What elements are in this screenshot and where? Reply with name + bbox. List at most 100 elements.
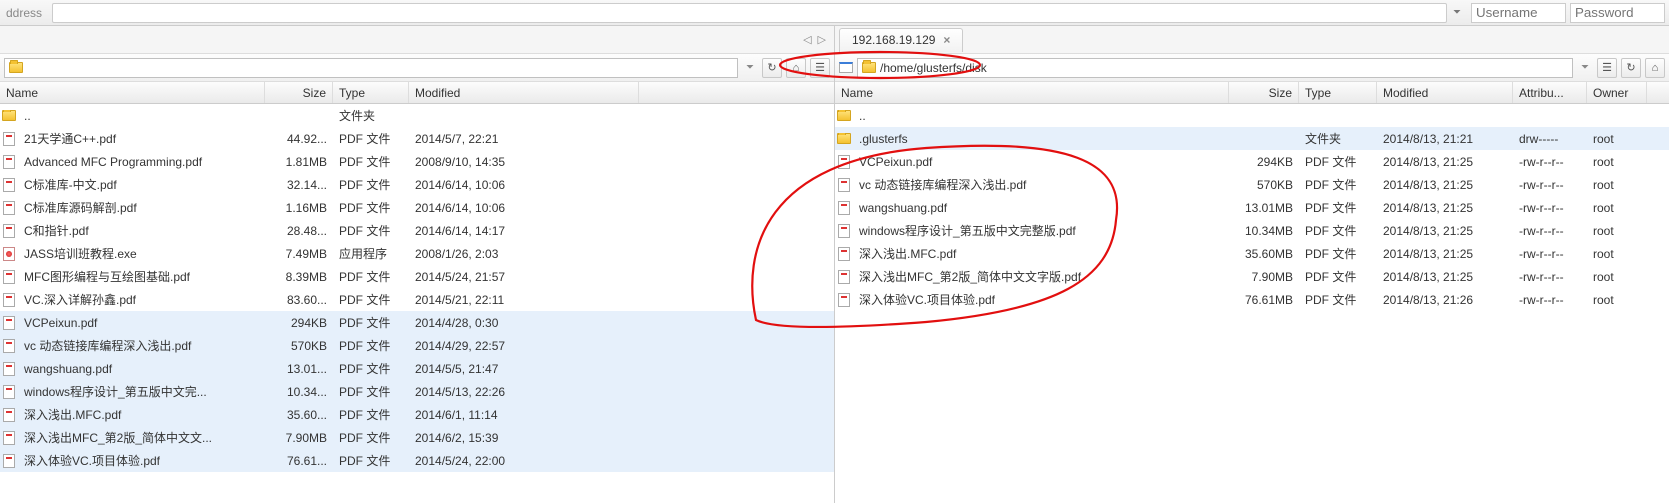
file-row[interactable]: VC.深入详解孙鑫.pdf83.60...PDF 文件2014/5/21, 22… xyxy=(0,288,834,311)
folder-icon xyxy=(2,110,16,121)
file-row[interactable]: 深入体验VC.项目体验.pdf76.61MBPDF 文件2014/8/13, 2… xyxy=(835,288,1669,311)
file-row[interactable]: 深入浅出MFC_第2版_简体中文文字版.pdf7.90MBPDF 文件2014/… xyxy=(835,265,1669,288)
col-attributes[interactable]: Attribu... xyxy=(1513,82,1587,103)
cell-name: .glusterfs xyxy=(853,132,1229,146)
pdf-icon xyxy=(838,224,850,238)
file-row[interactable]: .. xyxy=(835,104,1669,127)
address-dropdown-icon[interactable]: ⏷ xyxy=(1447,7,1467,18)
col-size[interactable]: Size xyxy=(265,82,333,103)
close-icon[interactable]: × xyxy=(943,33,950,47)
pdf-icon xyxy=(838,155,850,169)
file-row[interactable]: VCPeixun.pdf294KBPDF 文件2014/8/13, 21:25-… xyxy=(835,150,1669,173)
col-size[interactable]: Size xyxy=(1229,82,1299,103)
file-row[interactable]: 21天学通C++.pdf44.92...PDF 文件2014/5/7, 22:2… xyxy=(0,127,834,150)
cell-modified: 2008/1/26, 2:03 xyxy=(409,247,639,261)
cell-attr: drw----- xyxy=(1513,132,1587,146)
left-file-list[interactable]: ..文件夹21天学通C++.pdf44.92...PDF 文件2014/5/7,… xyxy=(0,104,834,503)
col-type[interactable]: Type xyxy=(333,82,409,103)
file-row[interactable]: vc 动态链接库编程深入浅出.pdf570KBPDF 文件2014/4/29, … xyxy=(0,334,834,357)
cell-attr: -rw-r--r-- xyxy=(1513,247,1587,261)
nav-prev-icon[interactable]: ◁ xyxy=(803,33,811,46)
cell-size: 8.39MB xyxy=(265,270,333,284)
views-icon[interactable]: ☰ xyxy=(1597,58,1617,78)
refresh-icon[interactable]: ↻ xyxy=(762,58,782,78)
cell-modified: 2014/8/13, 21:25 xyxy=(1377,224,1513,238)
cell-name: C和指针.pdf xyxy=(18,222,265,239)
cell-attr: -rw-r--r-- xyxy=(1513,293,1587,307)
file-row[interactable]: 深入浅出.MFC.pdf35.60MBPDF 文件2014/8/13, 21:2… xyxy=(835,242,1669,265)
home-icon[interactable]: ⌂ xyxy=(786,58,806,78)
path-dropdown-icon[interactable]: ⏷ xyxy=(1577,62,1593,73)
cell-name: 21天学通C++.pdf xyxy=(18,130,265,147)
path-dropdown-icon[interactable]: ⏷ xyxy=(742,62,758,73)
cell-size: 570KB xyxy=(265,339,333,353)
home-icon[interactable]: ⌂ xyxy=(1645,58,1665,78)
file-row[interactable]: windows程序设计_第五版中文完整版.pdf10.34MBPDF 文件201… xyxy=(835,219,1669,242)
cell-size: 10.34MB xyxy=(1229,224,1299,238)
tab-label: 192.168.19.129 xyxy=(852,33,935,47)
col-owner[interactable]: Owner xyxy=(1587,82,1647,103)
cell-owner: root xyxy=(1587,155,1620,169)
cell-modified: 2014/5/24, 21:57 xyxy=(409,270,639,284)
cell-type: PDF 文件 xyxy=(1299,153,1377,170)
pdf-icon xyxy=(3,224,15,238)
file-row[interactable]: C标准库-中文.pdf32.14...PDF 文件2014/6/14, 10:0… xyxy=(0,173,834,196)
file-row[interactable]: C和指针.pdf28.48...PDF 文件2014/6/14, 14:17 xyxy=(0,219,834,242)
right-tab-strip: 192.168.19.129 × xyxy=(835,26,1669,54)
pdf-icon xyxy=(3,316,15,330)
right-path-text: /home/glusterfs/disk xyxy=(880,61,987,75)
right-file-list[interactable]: ...glusterfs文件夹2014/8/13, 21:21drw-----r… xyxy=(835,104,1669,503)
col-modified[interactable]: Modified xyxy=(409,82,639,103)
file-row[interactable]: 深入浅出.MFC.pdf35.60...PDF 文件2014/6/1, 11:1… xyxy=(0,403,834,426)
file-row[interactable]: wangshuang.pdf13.01...PDF 文件2014/5/5, 21… xyxy=(0,357,834,380)
cell-owner: root xyxy=(1587,247,1620,261)
nav-next-icon[interactable]: ▷ xyxy=(818,33,826,46)
file-row[interactable]: JASS培训班教程.exe7.49MB应用程序2008/1/26, 2:03 xyxy=(0,242,834,265)
file-row[interactable]: VCPeixun.pdf294KBPDF 文件2014/4/28, 0:30 xyxy=(0,311,834,334)
cell-modified: 2014/6/14, 10:06 xyxy=(409,201,639,215)
right-path-input[interactable]: /home/glusterfs/disk xyxy=(857,58,1573,78)
col-name[interactable]: Name xyxy=(835,82,1229,103)
col-name[interactable]: Name xyxy=(0,82,265,103)
left-pane: ◁ ▷ ⏷ ↻ ⌂ ☰ Name Size Type Modified ..文件… xyxy=(0,26,835,503)
password-input[interactable] xyxy=(1570,3,1665,23)
cell-type: PDF 文件 xyxy=(1299,222,1377,239)
file-row[interactable]: C标准库源码解剖.pdf1.16MBPDF 文件2014/6/14, 10:06 xyxy=(0,196,834,219)
file-row[interactable]: 深入浅出MFC_第2版_简体中文文...7.90MBPDF 文件2014/6/2… xyxy=(0,426,834,449)
cell-name: VCPeixun.pdf xyxy=(853,155,1229,169)
file-row[interactable]: .glusterfs文件夹2014/8/13, 21:21drw-----roo… xyxy=(835,127,1669,150)
file-row[interactable]: 深入体验VC.项目体验.pdf76.61...PDF 文件2014/5/24, … xyxy=(0,449,834,472)
pdf-icon xyxy=(3,293,15,307)
file-row[interactable]: Advanced MFC Programming.pdf1.81MBPDF 文件… xyxy=(0,150,834,173)
cell-type: PDF 文件 xyxy=(1299,268,1377,285)
col-modified[interactable]: Modified xyxy=(1377,82,1513,103)
cell-type: 应用程序 xyxy=(333,245,409,262)
cell-size: 1.16MB xyxy=(265,201,333,215)
col-type[interactable]: Type xyxy=(1299,82,1377,103)
cell-type: PDF 文件 xyxy=(1299,199,1377,216)
pdf-icon xyxy=(838,247,850,261)
refresh-icon[interactable]: ↻ xyxy=(1621,58,1641,78)
file-row[interactable]: wangshuang.pdf13.01MBPDF 文件2014/8/13, 21… xyxy=(835,196,1669,219)
views-icon[interactable]: ☰ xyxy=(810,58,830,78)
cell-modified: 2014/8/13, 21:21 xyxy=(1377,132,1513,146)
cell-name: 深入体验VC.项目体验.pdf xyxy=(853,291,1229,308)
cell-size: 570KB xyxy=(1229,178,1299,192)
username-input[interactable] xyxy=(1471,3,1566,23)
cell-modified: 2014/6/14, 10:06 xyxy=(409,178,639,192)
pdf-icon xyxy=(3,178,15,192)
cell-modified: 2014/4/29, 22:57 xyxy=(409,339,639,353)
cell-modified: 2014/4/28, 0:30 xyxy=(409,316,639,330)
file-row[interactable]: windows程序设计_第五版中文完...10.34...PDF 文件2014/… xyxy=(0,380,834,403)
left-path-input[interactable] xyxy=(4,58,738,78)
remote-tab[interactable]: 192.168.19.129 × xyxy=(839,28,963,52)
cell-type: PDF 文件 xyxy=(333,268,409,285)
address-input[interactable] xyxy=(52,3,1447,23)
file-row[interactable]: vc 动态链接库编程深入浅出.pdf570KBPDF 文件2014/8/13, … xyxy=(835,173,1669,196)
file-row[interactable]: MFC图形编程与互绘图基础.pdf8.39MBPDF 文件2014/5/24, … xyxy=(0,265,834,288)
cell-type: PDF 文件 xyxy=(333,130,409,147)
cell-name: windows程序设计_第五版中文完... xyxy=(18,383,265,400)
pdf-icon xyxy=(3,408,15,422)
app-icon xyxy=(839,62,853,73)
file-row[interactable]: ..文件夹 xyxy=(0,104,834,127)
